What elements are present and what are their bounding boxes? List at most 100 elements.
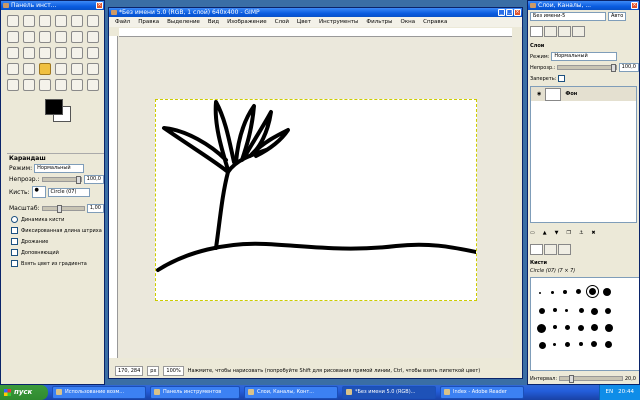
task-item[interactable]: Использование возм...: [52, 386, 146, 399]
image-canvas[interactable]: [155, 99, 478, 301]
task-item[interactable]: Index - Adobe Reader: [440, 386, 524, 399]
toolbox-titlebar[interactable]: Панель инст... ×: [1, 1, 104, 10]
tab-patterns-icon[interactable]: [544, 244, 557, 255]
layers-mode-select[interactable]: Нормальный: [551, 52, 618, 61]
layer-row[interactable]: ◉ Фон: [531, 87, 636, 101]
delete-layer-icon[interactable]: ✖: [591, 230, 595, 236]
brush-grid[interactable]: [530, 277, 639, 371]
ellipse-select-tool-icon[interactable]: [23, 15, 35, 27]
paintbrush-tool-icon[interactable]: [55, 63, 67, 75]
task-item[interactable]: Слои, Каналы, Конт...: [244, 386, 338, 399]
checkbox-jitter[interactable]: Дрожание: [7, 236, 104, 247]
menu-file[interactable]: Файл: [115, 17, 130, 27]
menu-help[interactable]: Справка: [423, 17, 447, 27]
layer-list[interactable]: ◉ Фон: [530, 86, 637, 223]
lock-checkbox[interactable]: [558, 75, 566, 82]
layers-opacity-slider[interactable]: [557, 64, 617, 72]
tab-channels-icon[interactable]: [544, 26, 557, 37]
checkbox-dynamics[interactable]: Динамика кисти: [7, 214, 104, 225]
heal-tool-icon[interactable]: [39, 79, 51, 91]
zoom-tool-icon[interactable]: [39, 31, 51, 43]
airbrush-tool-icon[interactable]: [87, 63, 99, 75]
blend-tool-icon[interactable]: [23, 63, 35, 75]
expander-icon[interactable]: [11, 216, 18, 223]
scale-tool-icon[interactable]: [23, 47, 35, 59]
language-indicator[interactable]: EN: [606, 385, 614, 400]
fuzzy-select-tool-icon[interactable]: [55, 15, 67, 27]
checkbox-fade[interactable]: Фиксированная длина штриха: [7, 225, 104, 236]
ink-tool-icon[interactable]: [7, 79, 19, 91]
tab-brushes-icon[interactable]: [530, 244, 543, 255]
menu-edit[interactable]: Правка: [138, 17, 159, 27]
close-button[interactable]: ×: [514, 9, 521, 16]
duplicate-layer-icon[interactable]: ❐: [566, 230, 570, 236]
tab-undo-icon[interactable]: [572, 26, 585, 37]
clone-tool-icon[interactable]: [23, 79, 35, 91]
close-button[interactable]: ×: [96, 2, 103, 9]
close-button[interactable]: ×: [631, 2, 638, 9]
image-titlebar[interactable]: *Без имени 5.0 (RGB, 1 слой) 640x400 - G…: [109, 8, 522, 17]
menu-tools[interactable]: Инструменты: [319, 17, 358, 27]
paths-tool-icon[interactable]: [7, 31, 19, 43]
tab-gradients-icon[interactable]: [558, 244, 571, 255]
scissors-tool-icon[interactable]: [87, 15, 99, 27]
taskbar: пуск Использование возм... Панель инстру…: [0, 385, 640, 400]
layers-opacity-input[interactable]: 100,0: [618, 63, 639, 72]
horizontal-ruler[interactable]: [119, 28, 512, 37]
measure-tool-icon[interactable]: [55, 31, 67, 43]
vertical-ruler[interactable]: [109, 36, 118, 358]
tab-layers-icon[interactable]: [530, 26, 543, 37]
perspective-tool-icon[interactable]: [55, 47, 67, 59]
dodge-tool-icon[interactable]: [87, 79, 99, 91]
color-picker-tool-icon[interactable]: [23, 31, 35, 43]
new-layer-icon[interactable]: ▭: [530, 230, 535, 236]
rotate-tool-icon[interactable]: [7, 47, 19, 59]
mode-select[interactable]: Нормальный: [34, 164, 85, 173]
zoom-select[interactable]: 100%: [163, 366, 184, 376]
move-tool-icon[interactable]: [71, 31, 83, 43]
text-tool-icon[interactable]: [87, 47, 99, 59]
auto-button[interactable]: Авто: [608, 12, 627, 21]
lower-layer-icon[interactable]: ▼: [555, 230, 559, 236]
foreground-color[interactable]: [45, 99, 63, 115]
flip-tool-icon[interactable]: [71, 47, 83, 59]
bucket-fill-tool-icon[interactable]: [7, 63, 19, 75]
menu-windows[interactable]: Окна: [401, 17, 416, 27]
menu-filters[interactable]: Фильтры: [366, 17, 392, 27]
spacing-slider[interactable]: [559, 375, 623, 383]
opacity-input[interactable]: 100,0: [83, 175, 104, 184]
canvas-area[interactable]: [118, 37, 513, 358]
eye-icon[interactable]: ◉: [537, 91, 541, 97]
checkbox-incremental[interactable]: Доповняющий: [7, 247, 104, 258]
crop-tool-icon[interactable]: [87, 31, 99, 43]
pencil-tool-icon[interactable]: [39, 63, 51, 75]
maximize-button[interactable]: □: [506, 9, 513, 16]
eraser-tool-icon[interactable]: [71, 63, 83, 75]
unit-select[interactable]: px: [147, 366, 160, 376]
scale-slider[interactable]: [41, 205, 85, 213]
task-item[interactable]: *Без имени 5.0 (RGB)...: [342, 386, 436, 399]
image-select[interactable]: Без имени-5: [530, 12, 606, 21]
menu-color[interactable]: Цвет: [297, 17, 311, 27]
shear-tool-icon[interactable]: [39, 47, 51, 59]
lasso-tool-icon[interactable]: [39, 15, 51, 27]
anchor-icon[interactable]: ⚓: [579, 230, 583, 236]
minimize-button[interactable]: _: [498, 9, 505, 16]
scale-input[interactable]: 1,00: [86, 204, 104, 213]
rect-select-tool-icon[interactable]: [7, 15, 19, 27]
smudge-tool-icon[interactable]: [71, 79, 83, 91]
raise-layer-icon[interactable]: ▲: [543, 230, 547, 236]
tab-paths-icon[interactable]: [558, 26, 571, 37]
checkbox-gradient[interactable]: Взять цвет из градиента: [7, 258, 104, 269]
brush-preview[interactable]: ●: [31, 186, 46, 198]
blur-tool-icon[interactable]: [55, 79, 67, 91]
color-select-tool-icon[interactable]: [71, 15, 83, 27]
menu-view[interactable]: Вид: [208, 17, 219, 27]
layers-titlebar[interactable]: Слои, Каналы, ... ×: [528, 1, 639, 10]
start-button[interactable]: пуск: [0, 385, 48, 400]
opacity-slider[interactable]: [41, 176, 82, 184]
menu-image[interactable]: Изображение: [227, 17, 267, 27]
menu-layer[interactable]: Слой: [275, 17, 289, 27]
menu-select[interactable]: Выделение: [167, 17, 200, 27]
task-item[interactable]: Панель инструментов: [150, 386, 240, 399]
